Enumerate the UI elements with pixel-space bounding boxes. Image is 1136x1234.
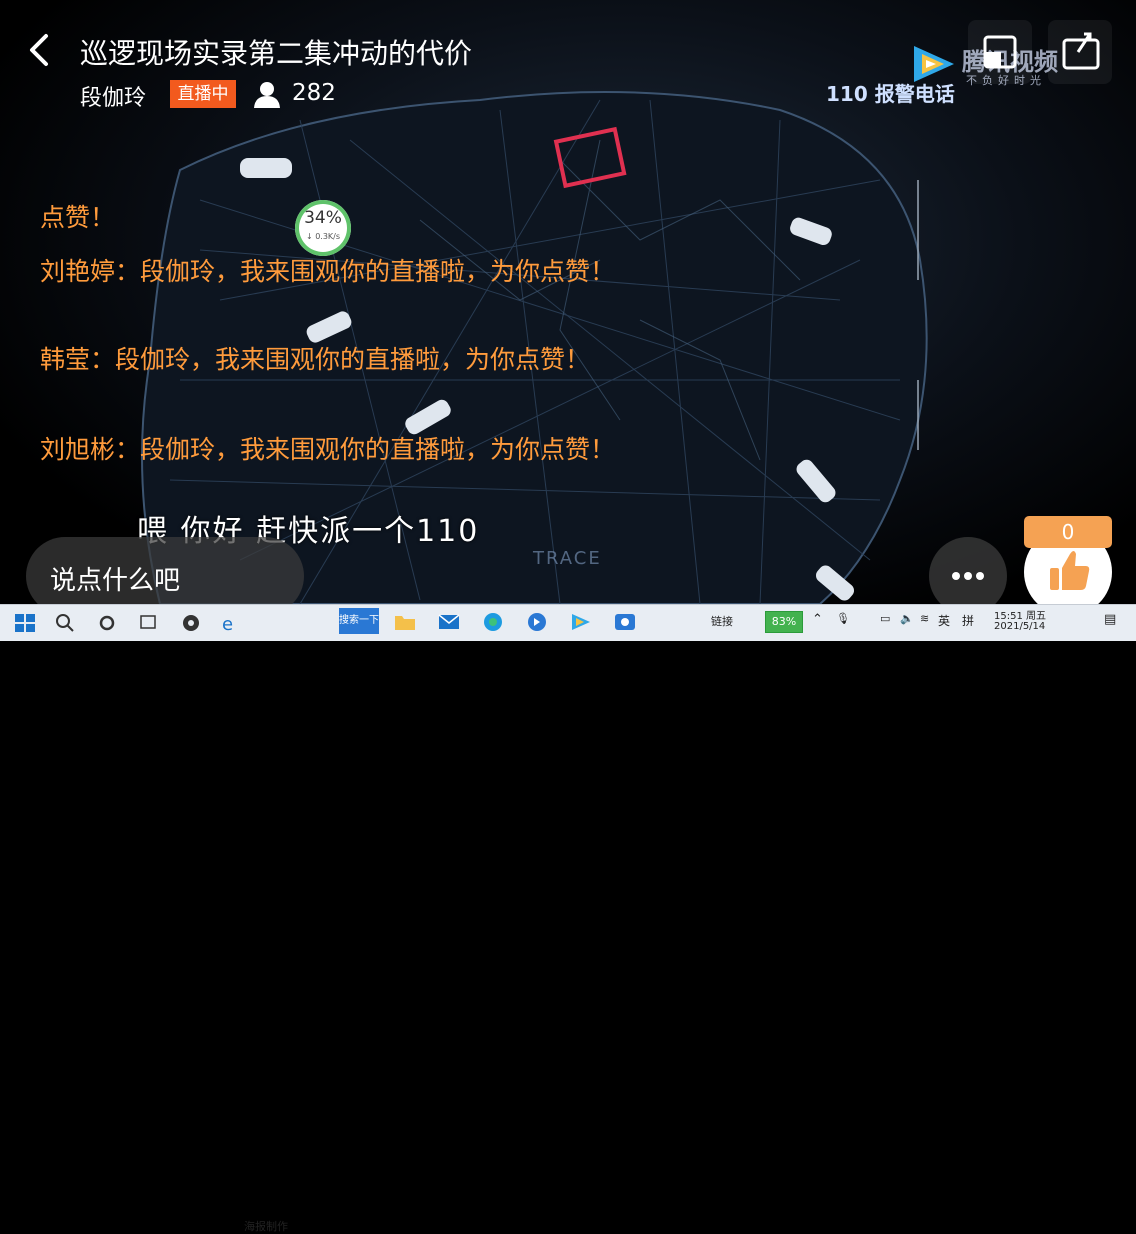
ime-mode-indicator[interactable]: 拼 (962, 612, 974, 629)
ie-browser-icon[interactable]: e (220, 613, 242, 633)
fan-app-icon[interactable] (180, 613, 202, 633)
clock-time[interactable]: 15:51 周五 (994, 607, 1046, 622)
viewer-count: 282 (292, 80, 336, 106)
edge-icon[interactable] (482, 612, 504, 632)
host-name[interactable]: 段伽玲 (80, 80, 146, 112)
clock-date[interactable]: 2021/5/14 (994, 621, 1045, 632)
comment-input-placeholder: 说点什么吧 (50, 566, 181, 596)
mail-icon[interactable] (438, 612, 460, 632)
ime-lang-indicator[interactable]: 英 (938, 612, 950, 629)
chevron-up-icon[interactable]: ⌃ (812, 612, 823, 627)
windows-start-icon[interactable] (14, 613, 36, 633)
hotline-caption: 110 报警电话 (826, 82, 955, 106)
search-icon[interactable] (54, 613, 76, 633)
microphone-icon[interactable]: 🎙 (836, 612, 850, 625)
like-count: 0 (1024, 516, 1112, 548)
page-title: 巡逻现场实录第二集冲动的代价 (80, 37, 473, 70)
search-button[interactable]: 搜索一下 (339, 608, 379, 634)
svg-text:e: e (222, 614, 233, 633)
viewer-icon (253, 80, 281, 108)
trace-label: TRACE (533, 548, 602, 569)
task-view-icon[interactable] (138, 613, 160, 633)
back-icon[interactable] (24, 32, 54, 68)
wifi-icon[interactable]: ≋ (920, 612, 929, 625)
browser-tab-label[interactable]: 海报制作 (244, 1218, 288, 1234)
comment-item: 刘旭彬：段伽玲，我来围观你的直播啦，为你点赞！ (40, 435, 616, 464)
comment-item: 点赞！ (40, 203, 116, 232)
share-screen-button[interactable] (1048, 20, 1112, 84)
cortana-icon[interactable] (96, 613, 118, 633)
folder-icon[interactable] (394, 612, 416, 632)
comment-item: 韩莹：段伽玲，我来围观你的直播啦，为你点赞！ (40, 345, 591, 374)
volume-icon[interactable]: 🔈 (900, 612, 914, 625)
notification-icon[interactable]: ▤ (1104, 612, 1116, 627)
live-badge: 直播中 (170, 80, 236, 108)
pip-button[interactable] (968, 20, 1032, 84)
link-label[interactable]: 链接 (711, 613, 733, 629)
pin-app-icon[interactable] (526, 612, 548, 632)
camera-app-icon[interactable] (614, 612, 636, 632)
video-app-icon[interactable] (570, 612, 592, 632)
battery-icon[interactable]: ▭ (880, 612, 890, 625)
comment-item: 刘艳婷：段伽玲，我来围观你的直播啦，为你点赞！ (40, 257, 616, 286)
battery-indicator[interactable]: 83% (765, 611, 803, 633)
